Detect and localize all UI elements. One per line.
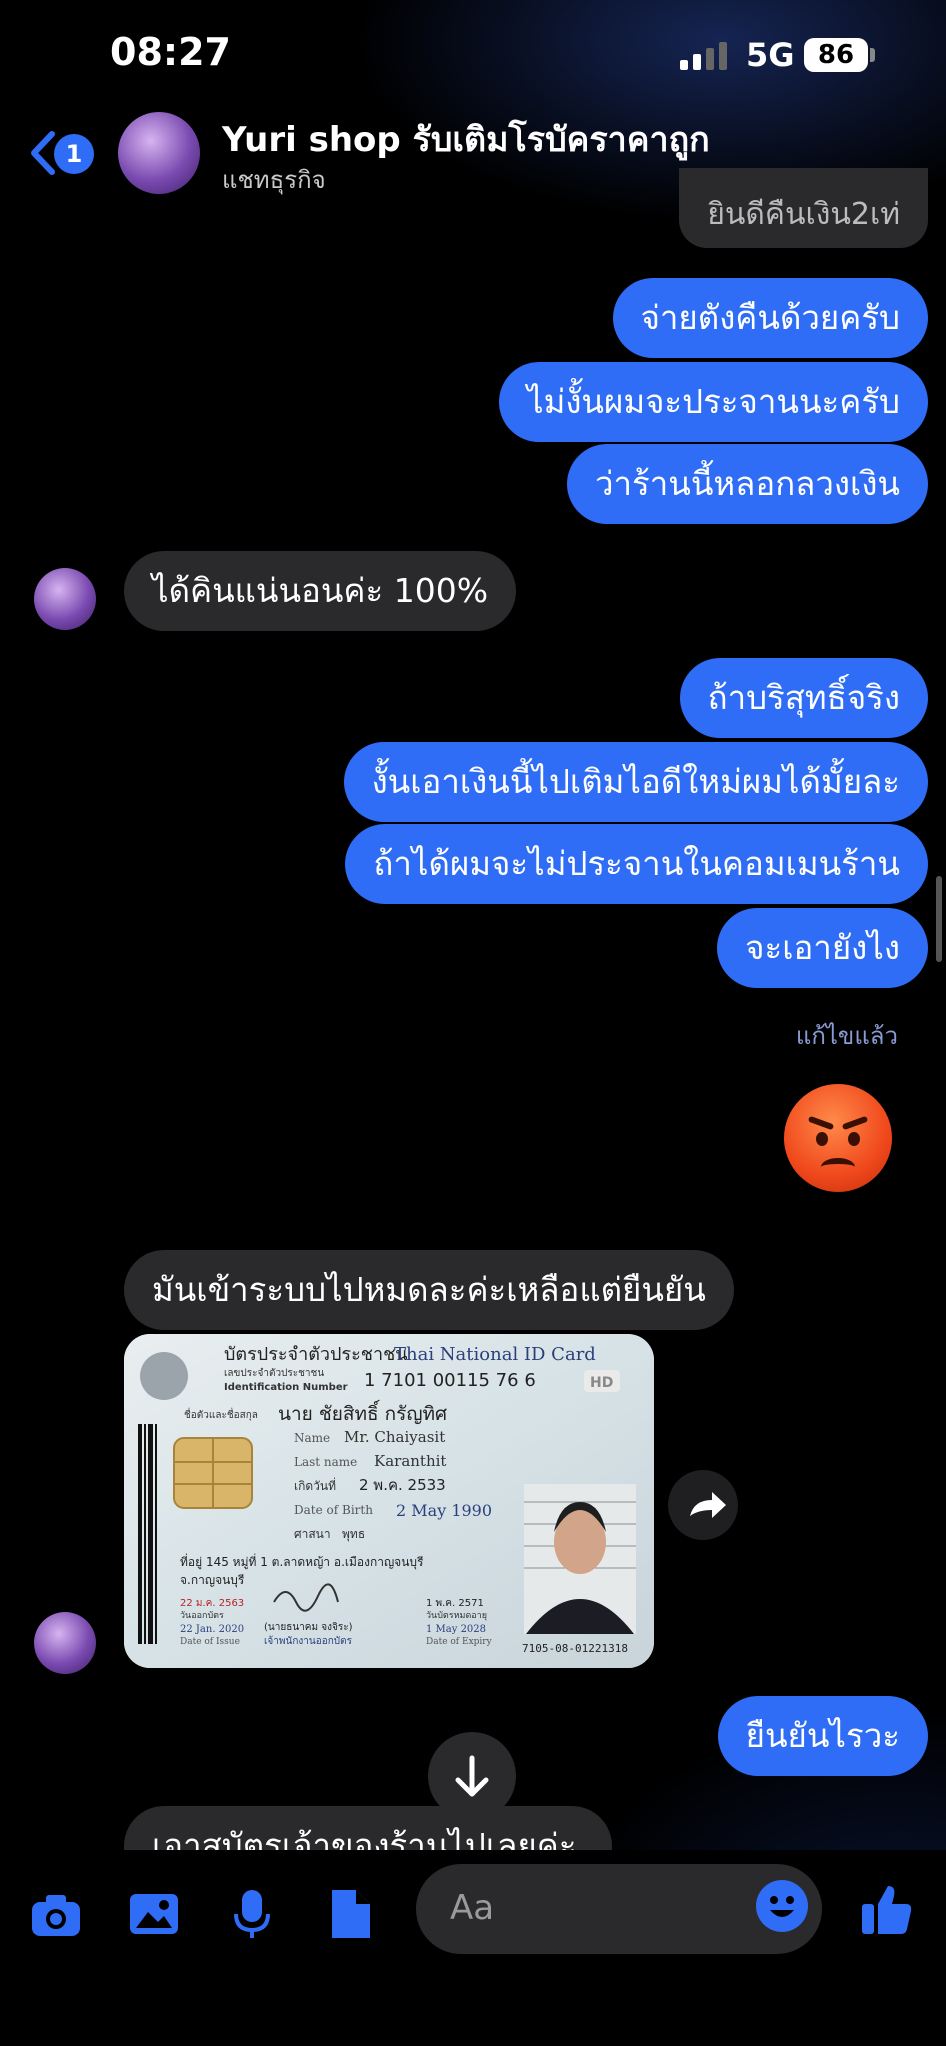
- camera-icon: [32, 1895, 80, 1936]
- battery-icon: 86: [804, 38, 868, 72]
- camera-button[interactable]: [28, 1886, 84, 1942]
- microphone-button[interactable]: [224, 1886, 280, 1942]
- gallery-icon: [130, 1894, 178, 1934]
- incoming-message[interactable]: ได้คินแน่นอนค่ะ 100%: [124, 551, 517, 631]
- like-button[interactable]: [858, 1880, 916, 1938]
- card-title-en: Thai National ID Card: [394, 1344, 596, 1365]
- chat-title[interactable]: Yuri shop รับเติมโรบัคราคาถูก: [222, 112, 710, 166]
- id-card-image[interactable]: บัตรประจำตัวประชาชน Thai National ID Car…: [124, 1334, 654, 1668]
- emoji-mouth: [821, 1158, 855, 1176]
- officer-title: เจ้าพนักงานออกบัตร: [264, 1635, 353, 1647]
- message-text: ยินดีคืนเงิน2เท่: [707, 197, 900, 232]
- scroll-to-bottom-button[interactable]: [428, 1732, 516, 1820]
- name-en: Mr. Chaiyasit: [344, 1428, 445, 1446]
- dob-th: 2 พ.ค. 2533: [359, 1476, 446, 1494]
- emoji-button[interactable]: [756, 1880, 808, 1932]
- emoji-eye: [848, 1132, 860, 1146]
- issue-label: Date of Issue: [180, 1637, 240, 1647]
- gallery-button[interactable]: [126, 1886, 182, 1942]
- outgoing-message[interactable]: ว่าร้านนี้หลอกลวงเงิน: [566, 444, 928, 524]
- lastname-label: Last name: [294, 1455, 357, 1469]
- microphone-icon: [234, 1890, 270, 1938]
- id-label-th: เลขประจำตัวประชาชน: [224, 1368, 324, 1379]
- religion: พุทธ: [342, 1527, 365, 1542]
- province: จ.กาญจนบุรี: [180, 1573, 245, 1588]
- dob-label: Date of Birth: [294, 1503, 373, 1517]
- emoji-icon: [770, 1896, 794, 1917]
- dob-en: 2 May 1990: [396, 1501, 492, 1520]
- battery-cap: [870, 48, 875, 62]
- card-title-th: บัตรประจำตัวประชาชน: [224, 1344, 408, 1365]
- outgoing-message[interactable]: จะเอายังไง: [717, 908, 928, 988]
- garuda-emblem-icon: [140, 1352, 188, 1400]
- name-th: นาย ชัยสิทธิ์ กรัญทิศ: [278, 1399, 447, 1425]
- outgoing-message[interactable]: จ่ายตังคืนด้วยครับ: [612, 278, 928, 358]
- document-button[interactable]: [322, 1886, 378, 1942]
- message-input-placeholder: Aa: [450, 1888, 495, 1928]
- message-text: เอาสบัตรเจ้าของร้านไปเลยค่ะ: [152, 1826, 577, 1850]
- shop-avatar[interactable]: [118, 112, 200, 194]
- officer-name: (นายธนาคม จงจิระ): [264, 1622, 353, 1633]
- expiry-date-en: 1 May 2028: [426, 1624, 486, 1635]
- share-icon: [690, 1492, 726, 1518]
- share-button[interactable]: [668, 1470, 738, 1540]
- edited-label: แก้ไขแล้ว: [795, 1022, 898, 1050]
- signal-icon: [680, 40, 727, 70]
- outgoing-message[interactable]: ถ้าบริสุทธิ์จริง: [679, 658, 928, 738]
- network-type: 5G: [746, 36, 795, 74]
- thumbs-up-icon: [862, 1886, 912, 1934]
- arrow-down-icon: [455, 1755, 489, 1797]
- id-card-graphic: บัตรประจำตัวประชาชน Thai National ID Car…: [124, 1334, 654, 1668]
- emoji-eye: [816, 1132, 828, 1146]
- dob-label-th: เกิดวันที่: [294, 1477, 336, 1493]
- emoji-brow: [841, 1115, 869, 1131]
- outgoing-message[interactable]: งั้นเอาเงินนี้ไปเติมไอดีใหม่ผมได้มั้ยละ: [343, 742, 928, 822]
- address: ที่อยู่ 145 หมู่ที่ 1 ต.ลาดหญ้า อ.เมืองก…: [180, 1553, 424, 1570]
- unread-badge: 1: [54, 134, 94, 174]
- id-number: 1 7101 00115 76 6: [364, 1370, 536, 1391]
- name-label: Name: [294, 1431, 330, 1445]
- partial-incoming-message: ยินดีคืนเงิน2เท่: [679, 168, 928, 248]
- name-label-th: ชื่อตัวและชื่อสกุล: [184, 1407, 258, 1421]
- chat-subtitle: แชทธุรกิจ: [222, 166, 326, 194]
- sender-avatar[interactable]: [34, 1612, 96, 1674]
- status-time: 08:27: [110, 30, 231, 74]
- incoming-message[interactable]: มันเข้าระบบไปหมดละค่ะเหลือแต่ยืนยัน: [124, 1250, 734, 1330]
- issue-label-th: วันออกบัตร: [180, 1611, 224, 1621]
- card-serial: 7105-08-01221318: [522, 1642, 628, 1655]
- religion-label: ศาสนา: [294, 1527, 331, 1541]
- outgoing-message[interactable]: ยืนยันไรวะ: [717, 1696, 928, 1776]
- issue-date-th: 22 ม.ค. 2563: [180, 1598, 244, 1609]
- partial-incoming-message[interactable]: เอาสบัตรเจ้าของร้านไปเลยค่ะ: [124, 1806, 612, 1850]
- expiry-label-th: วันบัตรหมดอายุ: [426, 1611, 487, 1621]
- lastname-en: Karanthit: [374, 1452, 446, 1470]
- expiry-label: Date of Expiry: [426, 1637, 493, 1647]
- emoji-brow: [807, 1115, 835, 1131]
- hd-badge: HD: [590, 1375, 613, 1391]
- id-label-en: Identification Number: [224, 1382, 348, 1393]
- issue-date-en: 22 Jan. 2020: [180, 1624, 244, 1635]
- angry-face-emoji-message[interactable]: [784, 1084, 892, 1192]
- document-icon: [332, 1890, 370, 1938]
- sender-avatar[interactable]: [34, 568, 96, 630]
- expiry-date-th: 1 พ.ค. 2571: [426, 1598, 484, 1609]
- outgoing-message[interactable]: ไม่งั้นผมจะประจานนะครับ: [498, 362, 928, 442]
- scrollbar[interactable]: [936, 876, 942, 962]
- outgoing-message[interactable]: ถ้าได้ผมจะไม่ประจานในคอมเมนร้าน: [345, 824, 928, 904]
